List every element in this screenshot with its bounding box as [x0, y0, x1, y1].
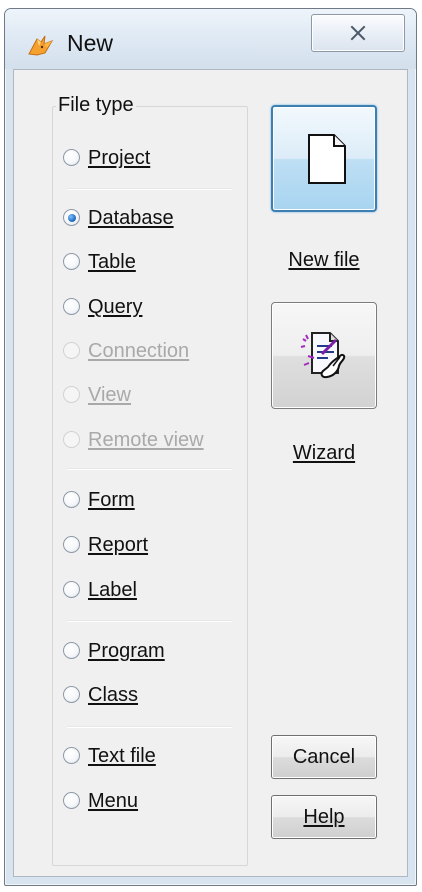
radio-database-label: Database	[88, 207, 174, 229]
cancel-button[interactable]: Cancel	[271, 735, 377, 779]
cancel-label: Cancel	[292, 746, 356, 768]
new-file-page-icon	[308, 134, 346, 184]
radio-menu[interactable]: Menu	[63, 786, 253, 818]
radio-connection-label: Connection	[88, 340, 190, 362]
radio-label-circle[interactable]	[63, 581, 80, 598]
radio-project-label: Project	[88, 147, 151, 169]
radio-program[interactable]: Program	[63, 636, 253, 668]
radio-report-circle[interactable]	[63, 536, 80, 553]
radio-view-circle	[63, 386, 80, 403]
group-label-file-type: File type	[56, 91, 136, 119]
radio-label-label: Label	[88, 579, 137, 601]
help-button[interactable]: Help	[271, 795, 377, 839]
radio-text-file-circle[interactable]	[63, 747, 80, 764]
radio-form[interactable]: Form	[63, 485, 253, 517]
wizard-caption: Wizard	[292, 442, 356, 464]
radio-connection-circle	[63, 342, 80, 359]
new-file-caption: New file	[288, 249, 360, 271]
radio-table-label: Table	[88, 251, 136, 273]
separator-2	[67, 468, 232, 470]
radio-class[interactable]: Class	[63, 680, 253, 712]
radio-form-label: Form	[88, 489, 135, 511]
radio-project-circle[interactable]	[63, 149, 80, 166]
radio-text-file[interactable]: Text file	[63, 741, 253, 773]
radio-report-label: Report	[88, 534, 149, 556]
radio-program-label: Program	[88, 640, 165, 662]
radio-class-circle[interactable]	[63, 686, 80, 703]
dialog-content: File type Project Database Table Query C…	[13, 69, 408, 877]
radio-menu-label: Menu	[88, 790, 139, 812]
radio-table[interactable]: Table	[63, 247, 253, 279]
radio-text-file-label: Text file	[88, 745, 156, 767]
radio-program-circle[interactable]	[63, 642, 80, 659]
radio-query-label: Query	[88, 296, 143, 318]
close-button[interactable]	[311, 14, 405, 52]
wizard-button[interactable]	[271, 302, 377, 409]
radio-query[interactable]: Query	[63, 292, 253, 324]
window-title: New	[67, 30, 114, 56]
radio-query-circle[interactable]	[63, 298, 80, 315]
radio-table-circle[interactable]	[63, 253, 80, 270]
radio-menu-circle[interactable]	[63, 792, 80, 809]
wizard-magic-icon	[300, 332, 346, 379]
new-dialog-window: New File type Project Database Table Que…	[4, 8, 417, 886]
radio-project[interactable]: Project	[63, 143, 253, 175]
separator-4	[67, 726, 232, 728]
radio-view: View	[63, 380, 253, 412]
radio-remote-view-circle	[63, 431, 80, 448]
help-label: Help	[303, 806, 345, 828]
fox-icon	[28, 35, 54, 56]
radio-database-circle[interactable]	[63, 209, 80, 226]
radio-database[interactable]: Database	[63, 203, 253, 235]
radio-class-label: Class	[88, 684, 139, 706]
title-bar[interactable]: New	[5, 9, 416, 69]
close-icon	[350, 25, 366, 41]
radio-connection: Connection	[63, 336, 253, 368]
new-file-button[interactable]	[271, 105, 377, 212]
radio-view-label: View	[88, 384, 131, 406]
radio-label[interactable]: Label	[63, 575, 253, 607]
radio-form-circle[interactable]	[63, 491, 80, 508]
separator-3	[67, 620, 232, 622]
radio-remote-view-label: Remote view	[88, 429, 204, 451]
separator-1	[67, 188, 232, 190]
radio-report[interactable]: Report	[63, 530, 253, 562]
radio-remote-view: Remote view	[63, 425, 253, 457]
